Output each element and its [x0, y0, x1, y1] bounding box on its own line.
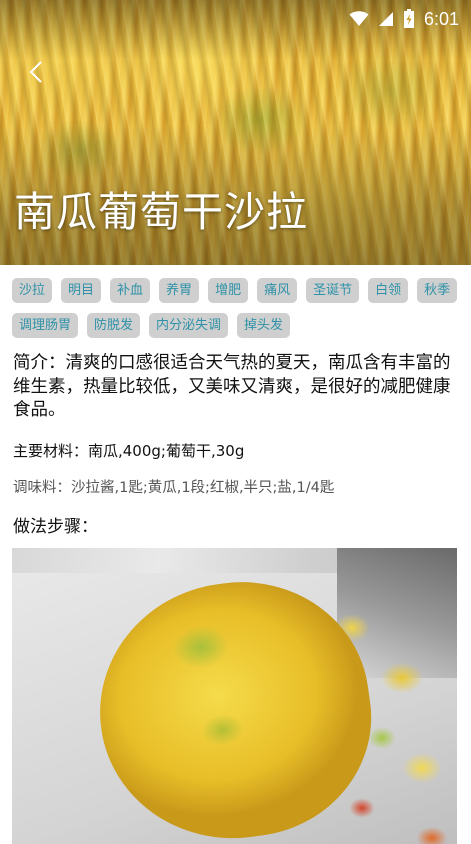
- tag-item[interactable]: 防脱发: [87, 313, 141, 338]
- tag-item[interactable]: 养胃: [159, 278, 200, 303]
- tag-item[interactable]: 补血: [110, 278, 151, 303]
- main-materials: 主要材料：南瓜,400g;葡萄干,30g: [13, 442, 245, 460]
- tag-item[interactable]: 掉头发: [237, 313, 291, 338]
- tag-item[interactable]: 沙拉: [12, 278, 53, 303]
- cell-signal-icon: [378, 11, 394, 27]
- status-time: 6:01: [423, 8, 459, 29]
- status-bar: 6:01: [0, 0, 471, 38]
- status-icons: 6:01: [349, 8, 459, 30]
- steps-heading: 做法步骤：: [13, 517, 98, 537]
- tag-item[interactable]: 圣诞节: [306, 278, 360, 303]
- back-button[interactable]: [22, 58, 50, 86]
- wifi-icon: [349, 11, 369, 27]
- tag-item[interactable]: 痛风: [257, 278, 298, 303]
- tag-item[interactable]: 增肥: [208, 278, 249, 303]
- battery-icon: [403, 9, 415, 29]
- step-image: [12, 548, 457, 844]
- tag-list: 沙拉 明目 补血 养胃 增肥 痛风 圣诞节 白领 秋季 调理肠胃 防脱发 内分泌…: [12, 278, 462, 338]
- tag-item[interactable]: 白领: [368, 278, 409, 303]
- recipe-intro: 简介：清爽的口感很适合天气热的夏天，南瓜含有丰富的维生素，热量比较低，又美味又清…: [13, 353, 451, 420]
- chevron-left-icon: [29, 60, 43, 84]
- tag-item[interactable]: 调理肠胃: [12, 313, 79, 338]
- tag-item[interactable]: 内分泌失调: [149, 313, 229, 338]
- tag-item[interactable]: 秋季: [417, 278, 458, 303]
- page-title: 南瓜葡萄干沙拉: [14, 188, 308, 236]
- tag-item[interactable]: 明目: [61, 278, 102, 303]
- seasoning-list: 调味料：沙拉酱,1匙;黄瓜,1段;红椒,半只;盐,1/4匙: [13, 480, 335, 496]
